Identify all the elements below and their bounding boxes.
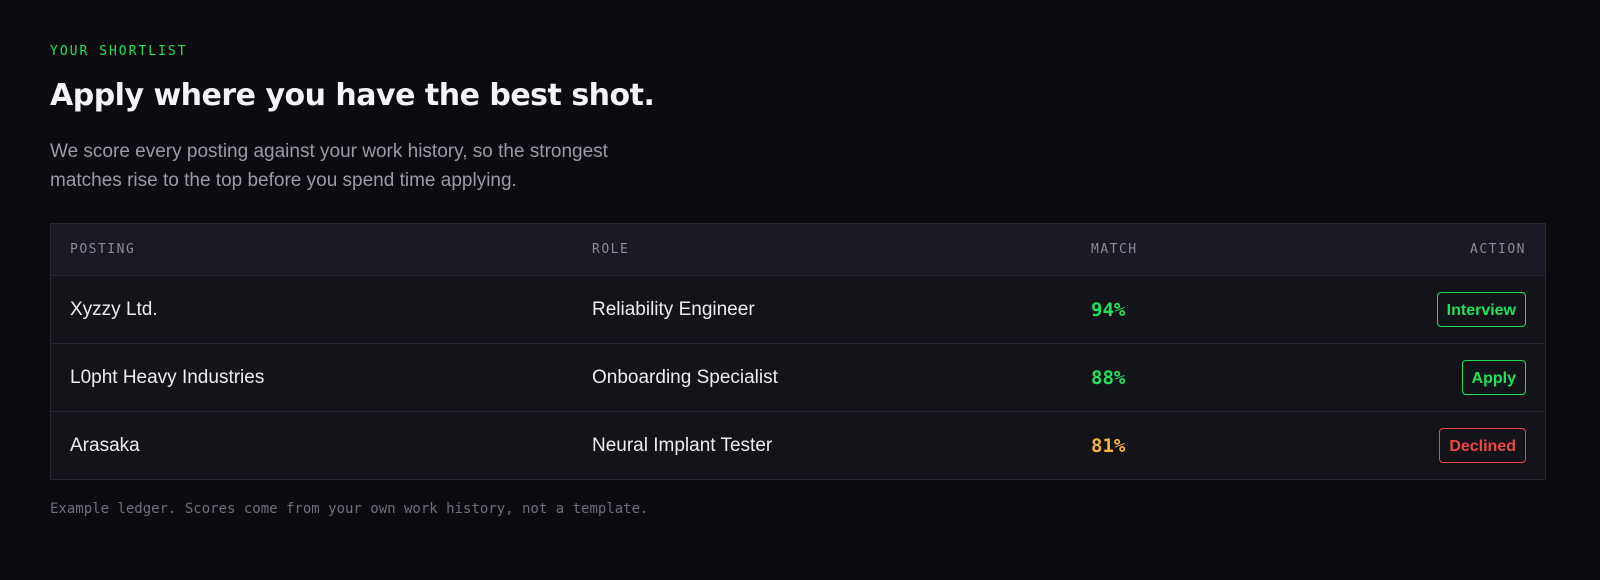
footnote: Example ledger. Scores come from your ow…	[50, 501, 649, 517]
column-header-role: ROLE	[592, 242, 630, 257]
role-name: Reliability Engineer	[592, 298, 755, 320]
role-name: Neural Implant Tester	[592, 434, 773, 456]
column-header-action: ACTION	[1470, 242, 1526, 257]
table-row: Xyzzy Ltd. Reliability Engineer 94% Inte…	[51, 275, 1545, 343]
match-score: 81%	[1091, 434, 1126, 457]
page-title: Apply where you have the best shot.	[50, 78, 655, 113]
section-eyebrow: YOUR SHORTLIST	[50, 44, 188, 59]
shortlist-table: POSTING ROLE MATCH ACTION Xyzzy Ltd. Rel…	[50, 223, 1546, 480]
interview-button[interactable]: Interview	[1436, 292, 1526, 327]
posting-name: Arasaka	[70, 434, 140, 456]
table-header-row: POSTING ROLE MATCH ACTION	[51, 224, 1545, 275]
posting-name: Xyzzy Ltd.	[70, 298, 158, 320]
column-header-match: MATCH	[1091, 242, 1138, 257]
table-row: L0pht Heavy Industries Onboarding Specia…	[51, 343, 1545, 411]
match-score: 94%	[1091, 298, 1126, 321]
page-description: We score every posting against your work…	[50, 141, 608, 191]
table-row: Arasaka Neural Implant Tester 81% Declin…	[51, 411, 1545, 479]
match-score: 88%	[1091, 366, 1126, 389]
column-header-posting: POSTING	[70, 242, 136, 257]
apply-button[interactable]: Apply	[1461, 360, 1526, 395]
role-name: Onboarding Specialist	[592, 366, 778, 388]
declined-status-button[interactable]: Declined	[1439, 428, 1526, 463]
posting-name: L0pht Heavy Industries	[70, 366, 265, 388]
